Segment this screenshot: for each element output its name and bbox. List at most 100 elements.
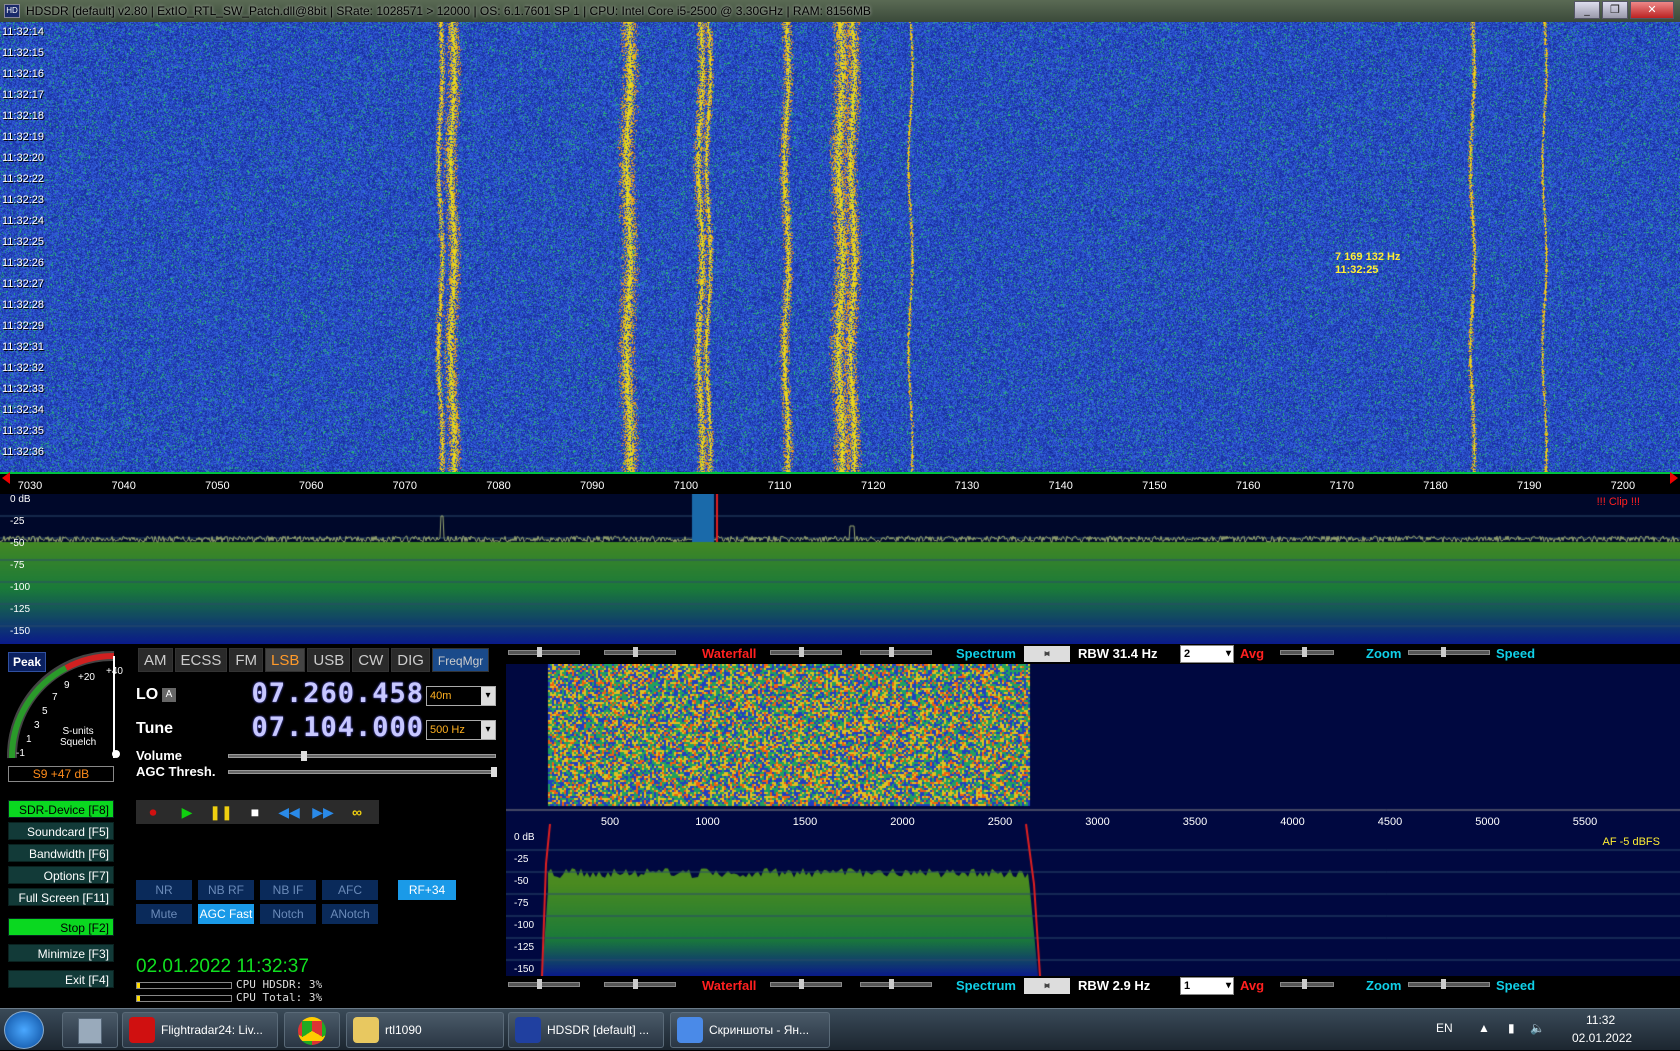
mode-usb-button[interactable]: USB <box>307 648 351 672</box>
mode-fm-button[interactable]: FM <box>229 648 264 672</box>
rf-gain-button[interactable]: RF+34 <box>398 880 456 900</box>
dsp-nr-button[interactable]: NR <box>136 880 192 900</box>
sdr-device-button[interactable]: SDR-Device [F8] <box>8 800 114 818</box>
step-dropdown[interactable]: 500 Hz <box>426 720 496 740</box>
rf-spectrum[interactable]: 0 dB -25 -50 -75 -100 -125 -150 !!! Clip !!! <box>0 494 1680 644</box>
stop-icon[interactable]: ■ <box>238 804 272 820</box>
spectrum-brightness-slider[interactable] <box>860 647 932 657</box>
agc-thresh-slider-thumb[interactable] <box>491 767 497 777</box>
waterfall-time-label: 11:32:22 <box>2 173 45 185</box>
arrow-right-icon[interactable]: ▸ <box>1045 980 1050 991</box>
full-screen-button[interactable]: Full Screen [F11] <box>8 888 114 906</box>
zoom-slider[interactable] <box>1408 647 1490 657</box>
avg-slider[interactable] <box>1280 647 1334 657</box>
band-dropdown[interactable]: 40m <box>426 686 496 706</box>
scroll-left-icon[interactable] <box>2 472 10 484</box>
af-avg-slider[interactable] <box>1280 979 1334 989</box>
minimize-app-button[interactable]: Minimize [F3] <box>8 944 114 962</box>
start-button[interactable] <box>4 1011 44 1049</box>
record-icon[interactable]: ⏺ <box>136 804 170 821</box>
af-rbw-arrows[interactable]: ◂ ▸ <box>1024 978 1070 994</box>
avg-select[interactable]: 2 <box>1180 645 1234 663</box>
taskbar-item[interactable]: Скриншоты - Ян... <box>670 1012 830 1048</box>
af-freq-tick-label: 1500 <box>792 816 818 828</box>
opera-icon <box>129 1017 155 1043</box>
rbw-arrows[interactable]: ◂ ▸ <box>1024 646 1070 662</box>
volume-slider[interactable] <box>228 751 496 761</box>
spectrum-db-label: -75 <box>10 560 25 571</box>
pause-icon[interactable]: ❚❚ <box>204 804 238 821</box>
af-waterfall-brightness-slider[interactable] <box>604 979 676 989</box>
rf-waterfall[interactable]: 11:32:14 11:32:15 11:32:16 11:32:17 11:32:18… <box>0 22 1680 472</box>
freq-tick-label: 7180 <box>1423 480 1448 492</box>
freq-tick-label: 7070 <box>392 480 418 492</box>
network-icon[interactable]: ▮ <box>1508 1021 1515 1035</box>
clock-time[interactable]: 11:32 <box>1586 1013 1615 1027</box>
stop-button[interactable]: Stop [F2] <box>8 918 114 936</box>
freqmgr-button[interactable]: FreqMgr <box>431 648 490 672</box>
af-spectrum-contrast-slider[interactable] <box>770 979 842 989</box>
s-meter-scale-label: 5 <box>42 706 48 717</box>
spectrum-db-label: -100 <box>10 582 31 593</box>
af-avg-select[interactable]: 1 <box>1180 977 1234 995</box>
play-icon[interactable]: ▶ <box>170 804 204 821</box>
rf-control-strip: Waterfall Spectrum ◂▸ RBW 31.4 Hz 2 Avg … <box>506 644 1680 664</box>
mode-cw-button[interactable]: CW <box>352 648 390 672</box>
mode-am-button[interactable]: AM <box>138 648 173 672</box>
cpu-hdsdr-text: CPU HDSDR: 3% <box>236 978 323 991</box>
loop-icon[interactable]: ∞ <box>340 804 374 820</box>
dsp-agc-fast-button[interactable]: AGC Fast <box>198 904 254 924</box>
spectrum-contrast-slider[interactable] <box>770 647 842 657</box>
waterfall-brightness-slider[interactable] <box>604 647 676 657</box>
dsp-nb-rf-button[interactable]: NB RF <box>198 880 254 900</box>
restore-button[interactable]: ❐ <box>1602 1 1628 19</box>
mode-ecss-button[interactable]: ECSS <box>174 648 228 672</box>
volume-icon[interactable]: 🔈 <box>1530 1021 1545 1035</box>
dsp-nb-if-button[interactable]: NB IF <box>260 880 316 900</box>
tune-frequency[interactable]: 07.104.000 <box>251 712 424 743</box>
af-spectrum-brightness-slider[interactable] <box>860 979 932 989</box>
dsp-mute-button[interactable]: Mute <box>136 904 192 924</box>
taskbar-item[interactable]: HDSDR [default] ... <box>508 1012 664 1048</box>
rf-waterfall-canvas[interactable] <box>0 22 1680 472</box>
squelch-label: Squelch <box>60 737 97 748</box>
zoom-label: Zoom <box>1366 646 1402 661</box>
forward-icon[interactable]: ▶▶ <box>306 804 340 821</box>
rf-spectrum-canvas[interactable] <box>0 494 1680 644</box>
tray-expand-icon[interactable]: ▲ <box>1478 1021 1490 1035</box>
agc-thresh-slider[interactable] <box>228 767 497 777</box>
language-indicator[interactable]: EN <box>1436 1021 1453 1035</box>
arrow-right-icon[interactable]: ▸ <box>1045 648 1050 659</box>
frequency-axis[interactable]: 7030 7040 7050 7060 7070 7080 7090 7100 7110 7120… <box>0 472 1680 494</box>
bandwidth-button[interactable]: Bandwidth [F6] <box>8 844 114 862</box>
taskbar-item-label: rtl1090 <box>385 1023 422 1037</box>
volume-slider-thumb[interactable] <box>301 751 307 761</box>
dsp-anotch-button[interactable]: ANotch <box>322 904 378 924</box>
af-waterfall-contrast-slider[interactable] <box>508 979 580 989</box>
peak-button[interactable]: Peak <box>8 652 47 672</box>
taskbar-item[interactable]: Flightradar24: Liv... <box>122 1012 278 1048</box>
lo-frequency[interactable]: 07.260.458 <box>251 678 424 709</box>
waterfall-contrast-slider[interactable] <box>508 647 580 657</box>
rewind-icon[interactable]: ◀◀ <box>272 804 306 821</box>
clock-date[interactable]: 02.01.2022 <box>1572 1031 1632 1045</box>
lo-a-badge[interactable]: A <box>162 688 176 702</box>
soundcard-button[interactable]: Soundcard [F5] <box>8 822 114 840</box>
af-db-label: -50 <box>514 876 529 887</box>
scroll-right-icon[interactable] <box>1670 472 1678 484</box>
exit-button[interactable]: Exit [F4] <box>8 970 114 988</box>
mode-dig-button[interactable]: DIG <box>391 648 430 672</box>
mode-lsb-button[interactable]: LSB <box>265 648 306 672</box>
minimize-button[interactable]: _ <box>1574 1 1600 19</box>
af-zoom-slider[interactable] <box>1408 979 1490 989</box>
af-display[interactable]: 500 1000 1500 2000 2500 3000 3500 4000 4500 5000 5… <box>506 664 1680 976</box>
options-button[interactable]: Options [F7] <box>8 866 114 884</box>
dsp-afc-button[interactable]: AFC <box>322 880 378 900</box>
taskbar-item[interactable]: rtl1090 <box>346 1012 504 1048</box>
calculator-taskbar-icon[interactable] <box>62 1012 118 1048</box>
dsp-notch-button[interactable]: Notch <box>260 904 316 924</box>
close-button[interactable]: ✕ <box>1630 1 1674 19</box>
clip-indicator: !!! Clip !!! <box>1596 496 1640 508</box>
chrome-taskbar-icon[interactable] <box>284 1012 340 1048</box>
waterfall-time-label: 11:32:24 <box>2 215 45 227</box>
